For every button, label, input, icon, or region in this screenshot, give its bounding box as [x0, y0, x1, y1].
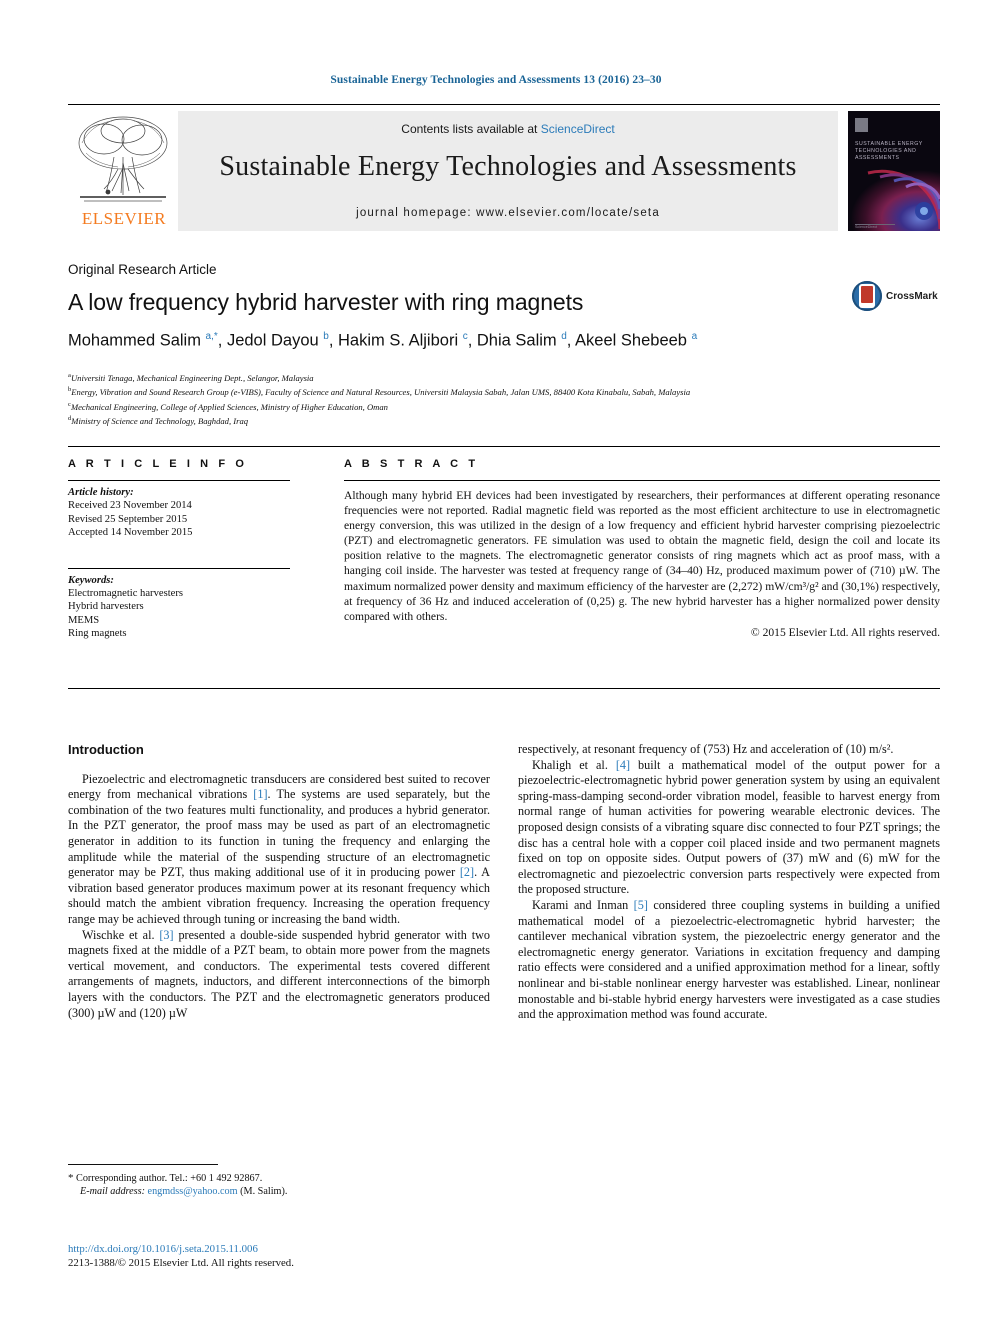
corresponding-line: * Corresponding author. Tel.: +60 1 492 …: [68, 1172, 498, 1186]
info-top-divider: [68, 446, 940, 448]
footnote-divider: [68, 1164, 218, 1165]
article-history-block: Article history: Received 23 November 20…: [68, 486, 298, 540]
cover-publisher-badge: [855, 118, 868, 132]
affiliation-text: Universiti Tenaga, Mechanical Engineerin…: [70, 372, 314, 383]
paper-page: Sustainable Energy Technologies and Asse…: [0, 0, 992, 1323]
body-column-right: respectively, at resonant frequency of (…: [518, 742, 940, 1023]
crossmark-icon: [852, 281, 882, 311]
keywords-label: Keywords:: [68, 574, 114, 586]
journal-cover-thumbnail: SUSTAINABLE ENERGY TECHNOLOGIES AND ASSE…: [848, 111, 940, 231]
section-heading-introduction: Introduction: [68, 742, 144, 757]
contents-prefix: Contents lists available at: [401, 122, 541, 136]
affiliations-list: aUniversiti Tenaga, Mechanical Engineeri…: [68, 370, 948, 427]
affiliation-item: bEnergy, Vibration and Sound Research Gr…: [68, 384, 948, 398]
keyword-item: Ring magnets: [68, 628, 127, 640]
paragraph: Wischke et al. [3] presented a double-si…: [68, 927, 490, 1020]
abstract-rights: © 2015 Elsevier Ltd. All rights reserved…: [750, 625, 940, 639]
sciencedirect-link[interactable]: ScienceDirect: [541, 122, 615, 136]
affiliation-text: Ministry of Science and Technology, Bagh…: [71, 415, 249, 426]
email-link[interactable]: engmdss@yahoo.com: [148, 1186, 238, 1197]
paragraph: Khaligh et al. [4] built a mathematical …: [518, 757, 940, 897]
doi-block: http://dx.doi.org/10.1016/j.seta.2015.11…: [68, 1242, 498, 1270]
email-suffix: (M. Salim).: [240, 1185, 288, 1197]
cover-footer-text: ScienceDirect: [855, 225, 878, 229]
masthead-center: Contents lists available at ScienceDirec…: [178, 111, 838, 231]
article-info-divider: [68, 480, 290, 481]
keyword-item: MEMS: [68, 614, 100, 626]
article-info-section: A R T I C L E I N F O Article history: R…: [68, 458, 298, 641]
issn-copyright-line: 2213-1388/© 2015 Elsevier Ltd. All right…: [68, 1257, 294, 1269]
crossmark-icon-mark: [861, 286, 873, 303]
affiliation-text: Mechanical Engineering, College of Appli…: [70, 401, 388, 412]
abstract-section: A B S T R A C T Although many hybrid EH …: [344, 458, 940, 639]
citation-link[interactable]: [3]: [159, 928, 173, 942]
paragraph: Piezoelectric and electromagnetic transd…: [68, 771, 490, 926]
paragraph: respectively, at resonant frequency of (…: [518, 742, 894, 756]
journal-title: Sustainable Energy Technologies and Asse…: [219, 151, 797, 182]
corresponding-text: Corresponding author. Tel.: +60 1 492 92…: [76, 1173, 263, 1184]
corresponding-author-note: * Corresponding author. Tel.: +60 1 492 …: [68, 1172, 498, 1198]
elsevier-wordmark: ELSEVIER: [81, 209, 167, 228]
asterisk-icon: *: [68, 1172, 74, 1184]
body-column-left: Introduction Piezoelectric and electroma…: [68, 742, 490, 1021]
keyword-item: Hybrid harvesters: [68, 601, 144, 613]
citation-link[interactable]: [4]: [616, 758, 630, 772]
journal-homepage-link[interactable]: journal homepage: www.elsevier.com/locat…: [178, 207, 838, 219]
keywords-block: Keywords: Electromagnetic harvesters Hyb…: [68, 574, 298, 641]
info-bottom-divider: [68, 688, 940, 690]
crossmark-badge[interactable]: CrossMark: [852, 281, 940, 315]
paragraph: Karami and Inman [5] considered three co…: [518, 897, 941, 1022]
article-history-label: Article history:: [68, 487, 134, 498]
citation-link[interactable]: [2]: [460, 865, 474, 879]
citation-link[interactable]: [5]: [634, 898, 648, 912]
affiliation-item: aUniversiti Tenaga, Mechanical Engineeri…: [68, 370, 948, 384]
author-list: Mohammed Salim a,*, Jedol Dayou b, Hakim…: [68, 331, 698, 350]
affiliation-item: dMinistry of Science and Technology, Bag…: [68, 413, 948, 427]
contents-available-line: Contents lists available at ScienceDirec…: [178, 122, 838, 136]
keywords-divider: [68, 567, 290, 569]
history-item: Revised 25 September 2015: [68, 513, 188, 525]
journal-masthead: ELSEVIER Contents lists available at Sci…: [68, 104, 940, 233]
crossmark-label: CrossMark: [886, 291, 938, 302]
citation-link[interactable]: [1]: [253, 787, 267, 801]
article-info-heading: A R T I C L E I N F O: [68, 458, 248, 470]
abstract-text: Although many hybrid EH devices had been…: [344, 489, 940, 623]
article-type-label: Original Research Article: [68, 262, 217, 277]
abstract-heading: A B S T R A C T: [344, 458, 479, 470]
running-head: Sustainable Energy Technologies and Asse…: [330, 74, 662, 86]
email-line: E-mail address: engmdss@yahoo.com (M. Sa…: [80, 1186, 498, 1199]
email-label: E-mail address:: [80, 1185, 145, 1197]
history-item: Accepted 14 November 2015: [68, 527, 193, 539]
cover-title-text: SUSTAINABLE ENERGY TECHNOLOGIES AND ASSE…: [855, 141, 923, 161]
elsevier-tree-icon: [78, 116, 168, 202]
elsevier-logo: ELSEVIER: [68, 111, 178, 231]
abstract-divider: [344, 480, 940, 481]
affiliation-item: cMechanical Engineering, College of Appl…: [68, 399, 948, 413]
keyword-item: Electromagnetic harvesters: [68, 588, 184, 600]
affiliation-text: Energy, Vibration and Sound Research Gro…: [71, 387, 691, 398]
history-item: Received 23 November 2014: [68, 500, 192, 512]
doi-link[interactable]: http://dx.doi.org/10.1016/j.seta.2015.11…: [68, 1242, 498, 1256]
page-title: A low frequency hybrid harvester with ri…: [68, 289, 584, 315]
